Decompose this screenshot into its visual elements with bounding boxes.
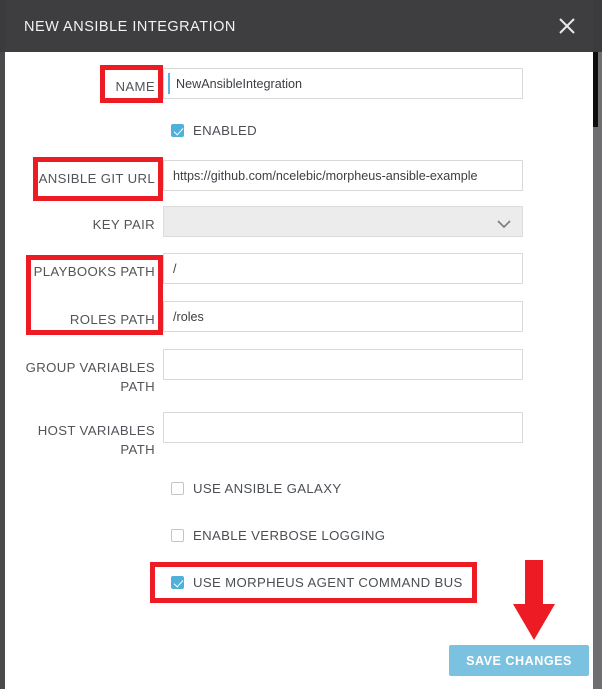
group-variables-path-label: GROUP VARIABLES PATH (25, 360, 155, 394)
enable-verbose-logging-checkbox[interactable] (171, 529, 184, 542)
enabled-checkbox[interactable] (171, 124, 184, 137)
group-variables-path-input[interactable] (163, 349, 523, 380)
dialog-header: NEW ANSIBLE INTEGRATION (5, 0, 593, 52)
use-ansible-galaxy-checkbox[interactable] (171, 482, 184, 495)
key-pair-label: KEY PAIR (92, 217, 155, 232)
host-variables-path-label: HOST VARIABLES PATH (37, 423, 155, 457)
name-input[interactable] (163, 68, 523, 99)
field-row-roles-path: ROLES PATH (5, 301, 593, 332)
enabled-label: ENABLED (193, 123, 258, 138)
enabled-checkbox-row[interactable]: ENABLED (171, 123, 257, 138)
group-variables-path-input-wrap (163, 349, 523, 380)
screen-root: NEW ANSIBLE INTEGRATION NAME NewAnsibleI… (0, 0, 602, 689)
roles-path-input[interactable] (163, 301, 523, 332)
playbooks-path-label: PLAYBOOKS PATH (33, 264, 155, 279)
playbooks-path-input[interactable] (163, 253, 523, 284)
ansible-git-url-input[interactable] (163, 160, 523, 191)
enable-verbose-logging-label: ENABLE VERBOSE LOGGING (193, 528, 386, 543)
field-row-playbooks-path: PLAYBOOKS PATH (5, 253, 593, 284)
field-row-host-variables-path: HOST VARIABLES PATH (5, 412, 593, 459)
roles-path-input-wrap (163, 301, 523, 332)
use-ansible-galaxy-row[interactable]: USE ANSIBLE GALAXY (171, 481, 342, 496)
git-url-input-wrap (163, 160, 523, 191)
use-ansible-galaxy-label: USE ANSIBLE GALAXY (193, 481, 342, 496)
close-icon[interactable] (553, 12, 581, 40)
page-background-right-edge-dark (593, 52, 598, 127)
ansible-git-url-label: ANSIBLE GIT URL (38, 171, 155, 186)
dialog-body: NAME ENABLED ANSIBLE GIT URL KEY (5, 52, 593, 689)
name-input-wrap (163, 68, 523, 99)
field-row-name: NAME (5, 68, 593, 99)
host-variables-path-input[interactable] (163, 412, 523, 443)
page-background-right-edge-top (593, 0, 602, 52)
field-row-group-variables-path: GROUP VARIABLES PATH (5, 349, 593, 396)
enable-verbose-logging-row[interactable]: ENABLE VERBOSE LOGGING (171, 528, 385, 543)
chevron-down-icon (496, 217, 512, 235)
field-row-git-url: ANSIBLE GIT URL (5, 160, 593, 191)
use-morpheus-agent-command-bus-row[interactable]: USE MORPHEUS AGENT COMMAND BUS (171, 575, 463, 590)
roles-path-label: ROLES PATH (69, 312, 155, 327)
host-variables-path-input-wrap (163, 412, 523, 443)
name-label: NAME (115, 79, 155, 94)
field-row-key-pair: KEY PAIR (5, 206, 593, 237)
new-ansible-integration-dialog: NEW ANSIBLE INTEGRATION NAME NewAnsibleI… (5, 0, 593, 689)
use-morpheus-agent-command-bus-label: USE MORPHEUS AGENT COMMAND BUS (193, 575, 463, 590)
playbooks-path-input-wrap (163, 253, 523, 284)
use-morpheus-agent-command-bus-checkbox[interactable] (171, 576, 184, 589)
dialog-title: NEW ANSIBLE INTEGRATION (24, 19, 236, 35)
text-caret (168, 73, 170, 94)
save-changes-button[interactable]: SAVE CHANGES (449, 645, 589, 676)
key-pair-select[interactable] (163, 206, 523, 237)
